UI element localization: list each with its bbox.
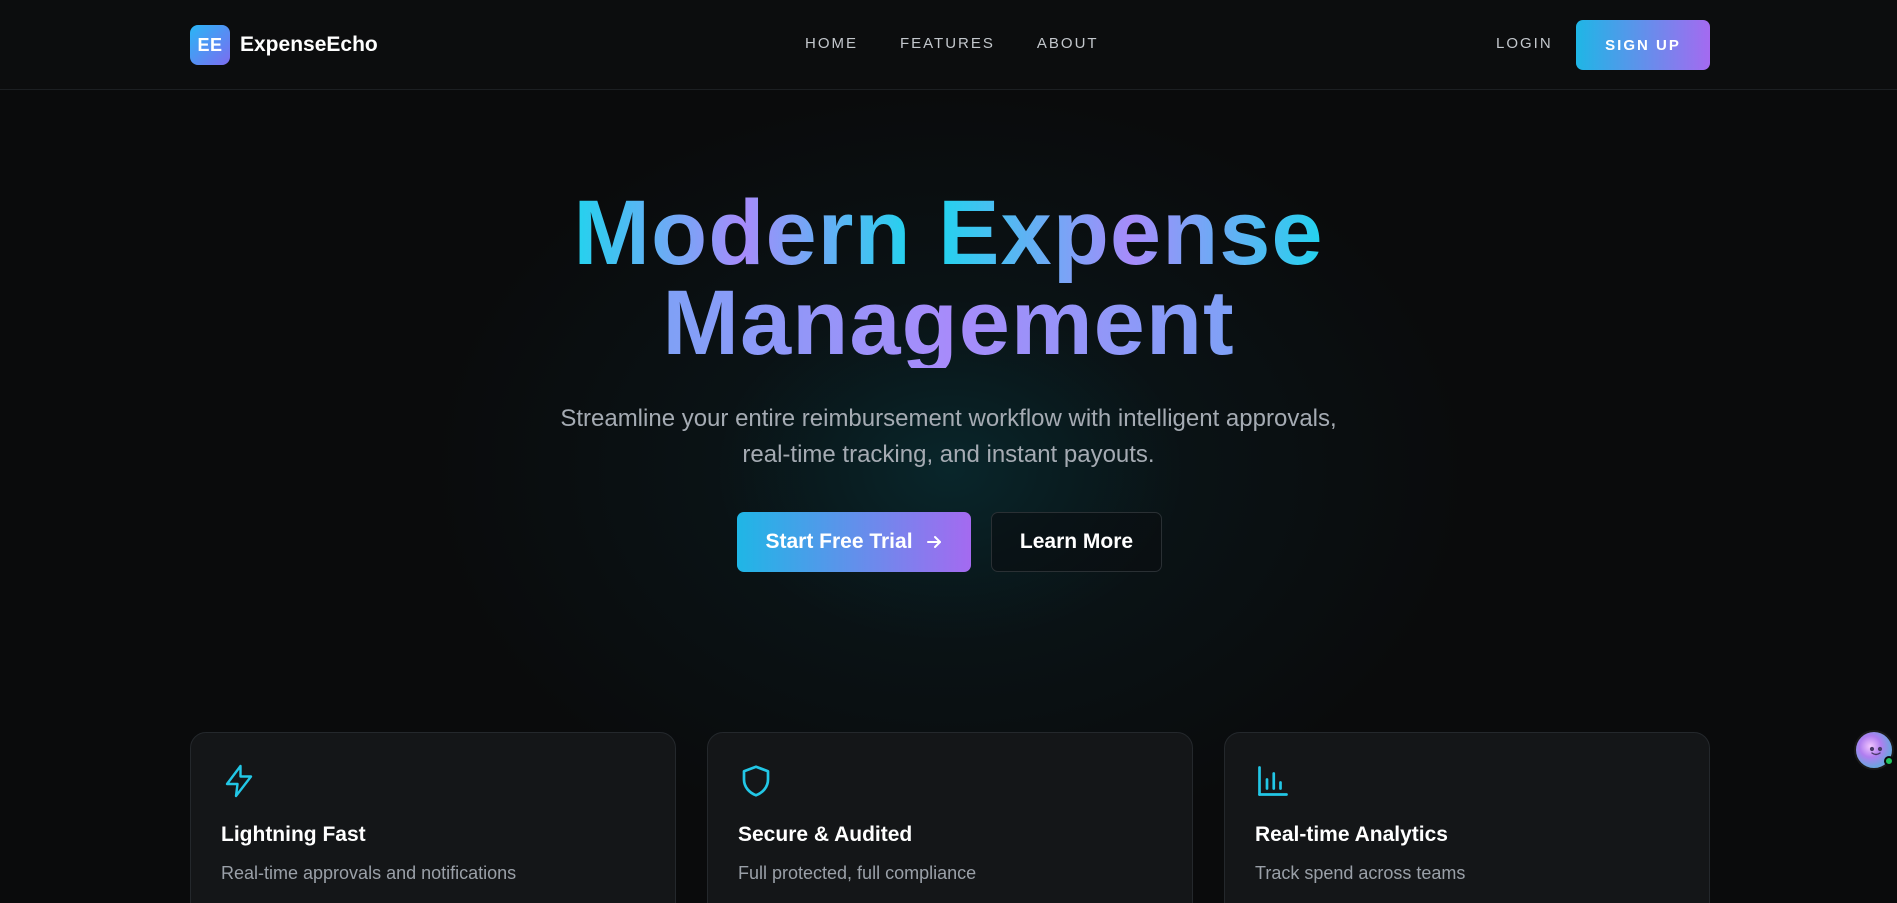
main-nav: HOME FEATURES ABOUT bbox=[805, 35, 1099, 52]
brand-logo: EE bbox=[190, 25, 230, 65]
login-link[interactable]: LOGIN bbox=[1496, 35, 1553, 52]
feature-title: Secure & Audited bbox=[738, 823, 913, 846]
hero-title-word-modern: Modern bbox=[573, 182, 912, 284]
feature-cards: Lightning Fast Real-time approvals and n… bbox=[190, 732, 1710, 903]
feature-card-secure-audited: Secure & Audited Full protected, full co… bbox=[707, 732, 1193, 903]
arrow-right-icon bbox=[926, 536, 941, 548]
hero-subtitle: Streamline your entire reimbursement wor… bbox=[0, 401, 1897, 473]
nav-link-home[interactable]: HOME bbox=[805, 35, 858, 52]
signup-button[interactable]: SIGN UP bbox=[1576, 20, 1710, 70]
feature-card-realtime-analytics: Real-time Analytics Track spend across t… bbox=[1224, 732, 1710, 903]
brand-name: ExpenseEcho bbox=[240, 33, 378, 56]
hero-title-word-expense: Expense bbox=[938, 182, 1324, 284]
learn-more-button[interactable]: Learn More bbox=[991, 512, 1162, 572]
hero-title-line-1: Modern Expense bbox=[0, 187, 1897, 279]
nav-link-features[interactable]: FEATURES bbox=[900, 35, 995, 52]
hero-title-line-2: Management bbox=[0, 277, 1897, 369]
feature-title: Real-time Analytics bbox=[1255, 823, 1448, 846]
feature-description: Real-time approvals and notifications bbox=[221, 863, 517, 883]
feature-description: Track spend across teams bbox=[1255, 863, 1466, 883]
hero-subtitle-line-2: real-time tracking, and instant payouts. bbox=[742, 441, 1155, 468]
feature-card-lightning-fast: Lightning Fast Real-time approvals and n… bbox=[190, 732, 676, 903]
nav-link-about[interactable]: ABOUT bbox=[1037, 35, 1099, 52]
site-header: EE ExpenseEcho HOME FEATURES ABOUT LOGIN… bbox=[0, 0, 1897, 90]
shield-icon bbox=[742, 765, 770, 797]
hero-cta-group: Start Free Trial Learn More bbox=[737, 512, 1162, 572]
bar-chart-icon bbox=[1258, 766, 1288, 796]
feature-title: Lightning Fast bbox=[221, 823, 366, 846]
online-status-dot bbox=[1884, 756, 1894, 766]
brand[interactable]: EE ExpenseEcho bbox=[190, 25, 378, 65]
start-free-trial-button[interactable]: Start Free Trial bbox=[737, 512, 971, 572]
avatar-face-icon bbox=[1869, 746, 1883, 756]
hero-title: Modern Expense Management bbox=[0, 187, 1897, 369]
hero-subtitle-line-1: Streamline your entire reimbursement wor… bbox=[560, 405, 1337, 432]
user-avatar[interactable] bbox=[1854, 730, 1894, 770]
start-free-trial-label: Start Free Trial bbox=[765, 530, 913, 553]
landing-page: EE ExpenseEcho HOME FEATURES ABOUT LOGIN… bbox=[0, 0, 1897, 903]
lightning-icon bbox=[225, 764, 253, 798]
feature-description: Full protected, full compliance bbox=[738, 863, 977, 883]
